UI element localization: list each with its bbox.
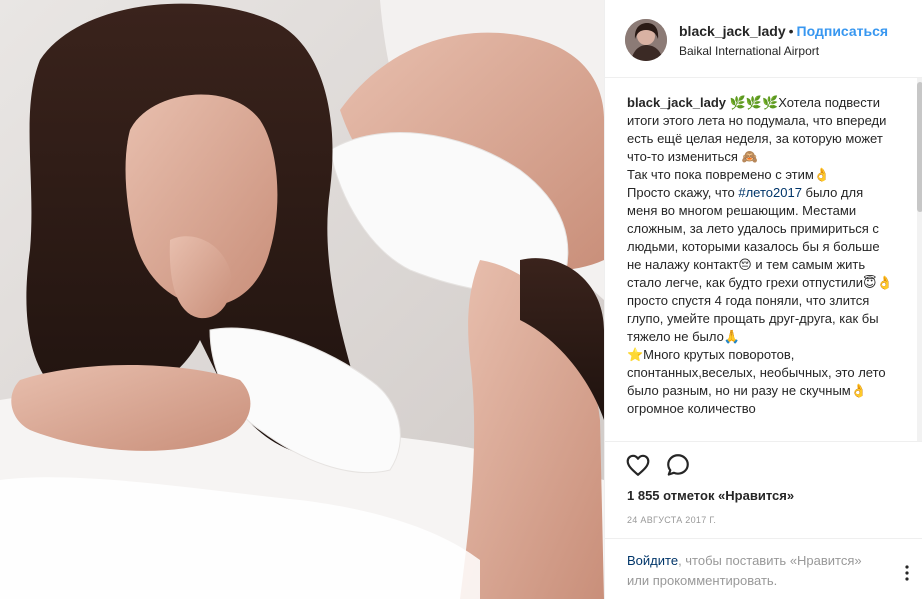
hashtag-link[interactable]: #лето2017 — [738, 185, 802, 200]
post-photo[interactable] — [0, 0, 604, 599]
avatar-image — [625, 19, 667, 61]
login-link[interactable]: Войдите — [627, 553, 678, 568]
caption-text-part2: было для меня во многом решающим. Местам… — [627, 185, 893, 416]
more-options-button[interactable] — [899, 563, 915, 583]
comment-icon — [667, 454, 689, 476]
heart-icon — [626, 454, 650, 476]
post-header: black_jack_lady • Подписаться Baikal Inter… — [605, 0, 922, 78]
post-caption: black_jack_lady 🌿🌿🌿Хотела подвести итоги… — [627, 94, 897, 418]
username-link[interactable]: black_jack_lady — [679, 23, 786, 39]
comment-button[interactable] — [665, 452, 693, 480]
post-date[interactable]: 24 АВГУСТА 2017 Г. — [627, 515, 716, 525]
post-sidebar: black_jack_lady • Подписаться Baikal Inter… — [604, 0, 922, 599]
caption-scroll-area[interactable]: black_jack_lady 🌿🌿🌿Хотела подвести итоги… — [605, 78, 922, 442]
more-options-icon — [905, 565, 909, 581]
likes-count[interactable]: 1 855 отметок «Нравится» — [627, 488, 794, 503]
post-photo-image — [0, 0, 604, 599]
follow-button[interactable]: Подписаться — [797, 23, 889, 39]
avatar[interactable] — [625, 19, 667, 61]
caption-username[interactable]: black_jack_lady — [627, 95, 726, 110]
location-link[interactable]: Baikal International Airport — [679, 44, 819, 58]
like-button[interactable] — [625, 452, 653, 480]
caption-scrollbar-thumb[interactable] — [917, 82, 922, 212]
separator-dot: • — [788, 23, 794, 39]
login-prompt-text: Войдите, чтобы поставить «Нравится» или … — [627, 551, 887, 591]
caption-scrollbar[interactable] — [917, 78, 922, 441]
header-user-line: black_jack_lady • Подписаться — [679, 23, 888, 39]
login-prompt-footer: Войдите, чтобы поставить «Нравится» или … — [605, 538, 922, 599]
